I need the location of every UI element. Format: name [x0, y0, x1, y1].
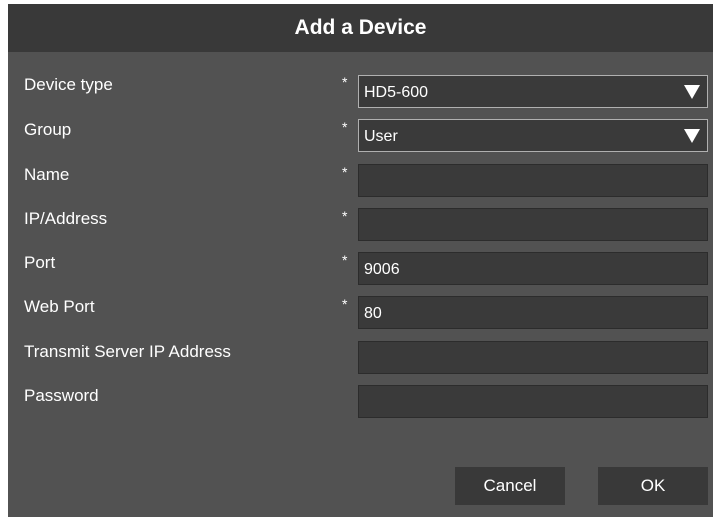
password-input[interactable]	[358, 385, 708, 418]
port-label: Port	[24, 253, 56, 272]
port-value: 9006	[364, 261, 400, 278]
web-port-value: 80	[364, 305, 382, 322]
device-type-label: Device type	[24, 75, 113, 94]
transmit-server-ip-label: Transmit Server IP Address	[24, 342, 231, 361]
name-required-mark: *	[342, 164, 348, 180]
password-label: Password	[24, 386, 99, 405]
transmit-server-ip-input[interactable]	[358, 341, 708, 374]
group-required-mark: *	[342, 119, 348, 135]
dialog-title-bar: Add a Device	[8, 4, 713, 52]
group-label: Group	[24, 120, 72, 139]
ip-address-input[interactable]	[358, 208, 708, 241]
dialog-title: Add a Device	[294, 16, 427, 39]
group-select[interactable]: User	[358, 119, 708, 152]
web-port-label: Web Port	[24, 297, 95, 316]
ok-button[interactable]: OK	[598, 467, 708, 505]
web-port-required-mark: *	[342, 296, 348, 312]
port-required-mark: *	[342, 252, 348, 268]
web-port-input[interactable]: 80	[358, 296, 708, 329]
cancel-button[interactable]: Cancel	[455, 467, 565, 505]
device-type-required-mark: *	[342, 74, 348, 90]
device-type-value: HD5-600	[364, 84, 429, 101]
name-input[interactable]	[358, 164, 708, 197]
triangle-down-icon[interactable]	[677, 120, 707, 151]
name-label: Name	[24, 165, 70, 184]
add-device-dialog: Add a Device Device type * HD5-600 Group…	[8, 4, 713, 517]
port-input[interactable]: 9006	[358, 252, 708, 285]
triangle-down-icon[interactable]	[677, 76, 707, 107]
device-type-select[interactable]: HD5-600	[358, 75, 708, 108]
group-value: User	[364, 128, 398, 145]
ip-address-label: IP/Address	[24, 209, 108, 228]
ip-address-required-mark: *	[342, 208, 348, 224]
